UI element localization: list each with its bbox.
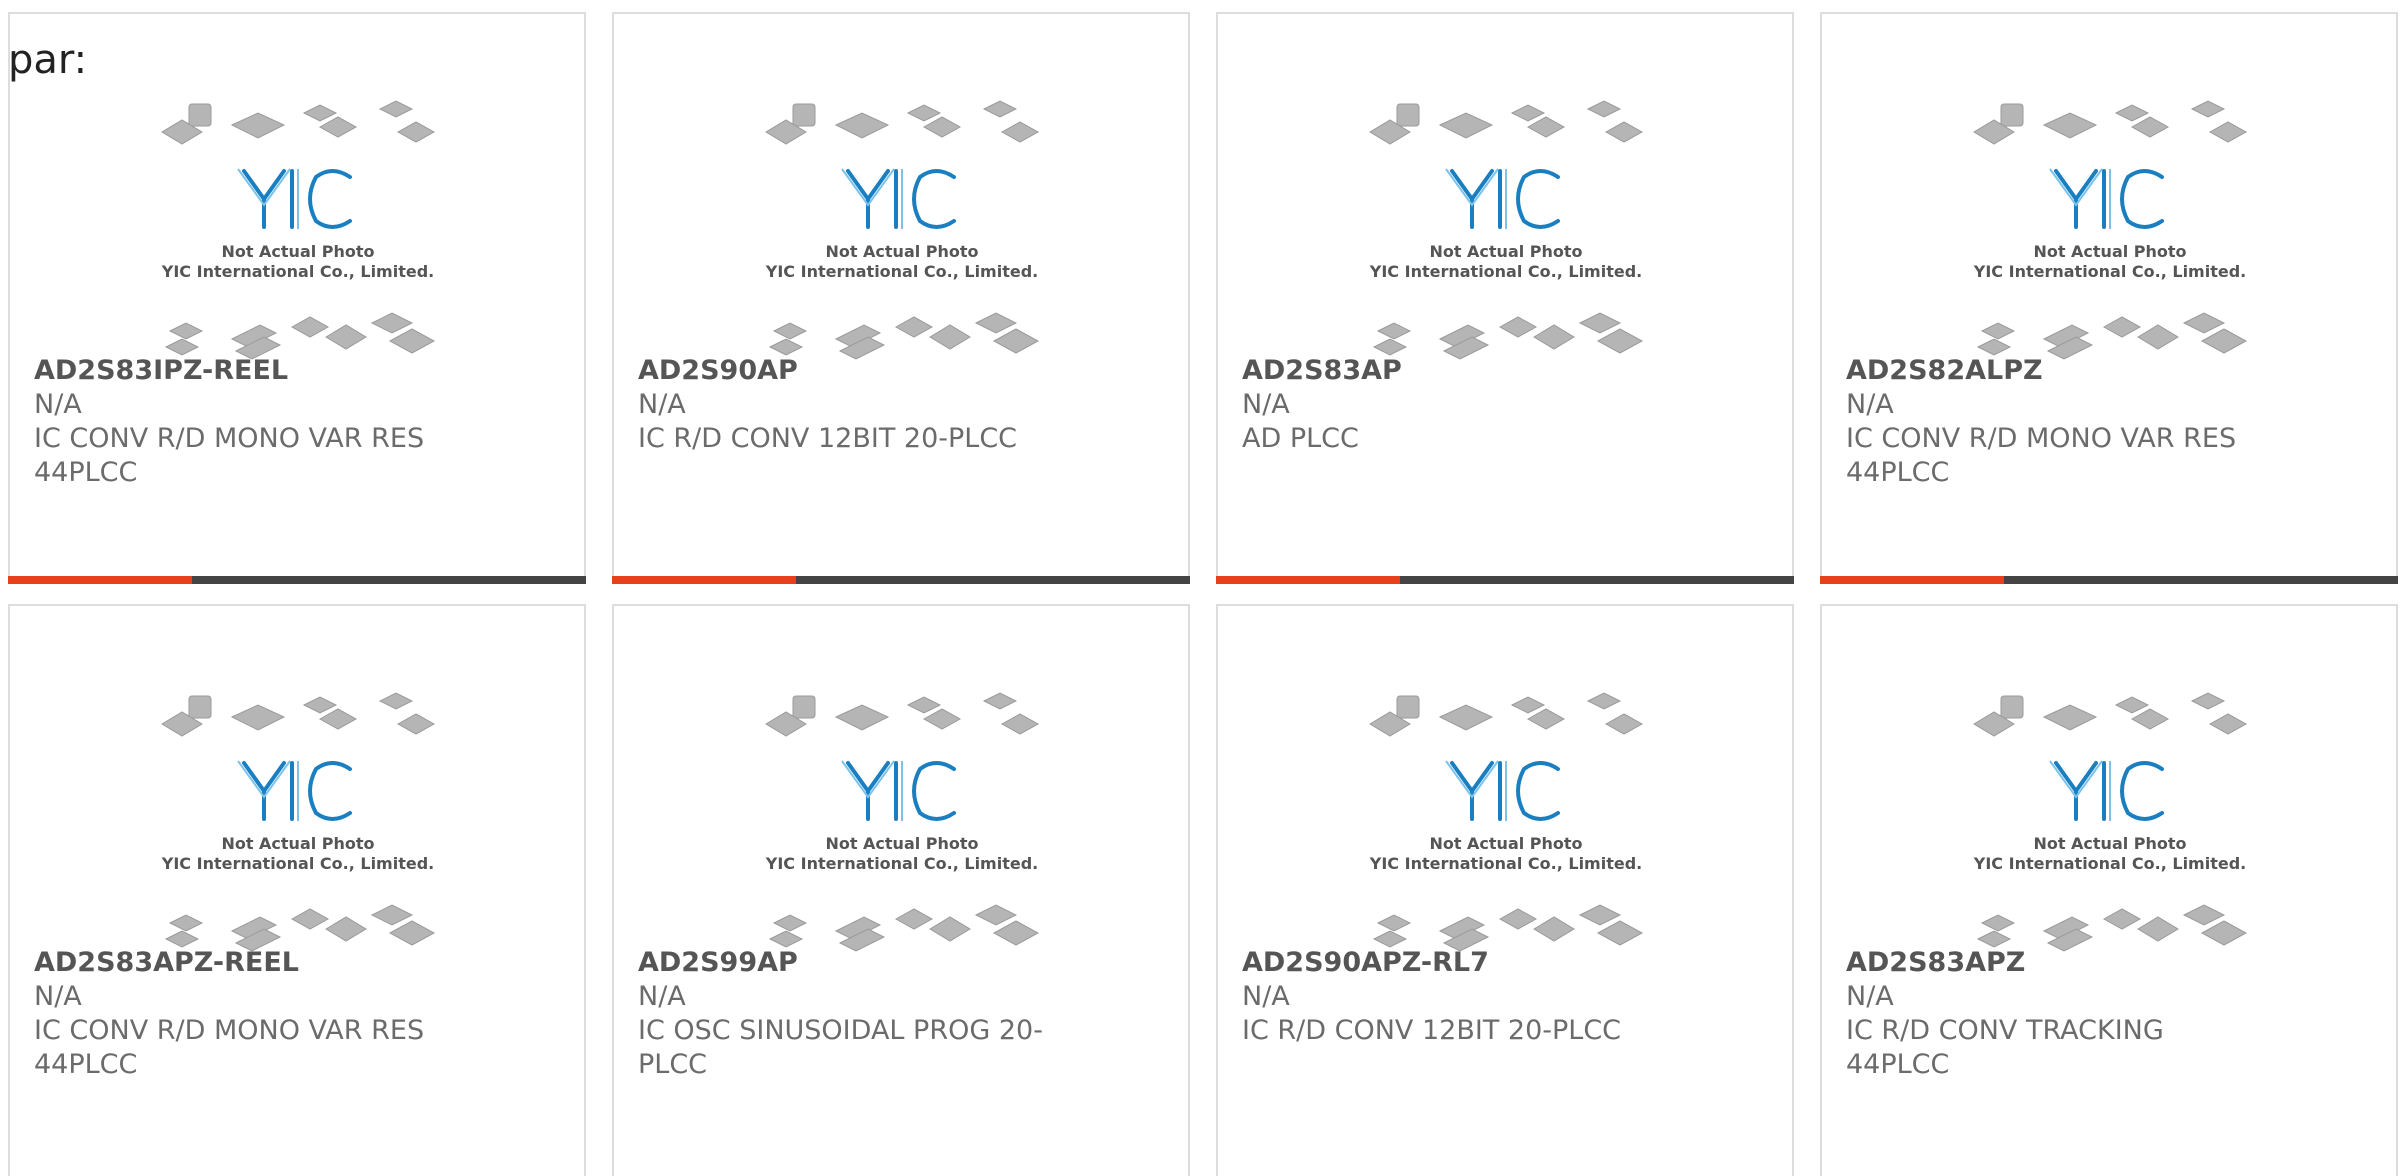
product-placeholder-image: Not Actual Photo YIC International Co., … (765, 692, 1040, 952)
part-number[interactable]: AD2S90APZ-RL7 (1242, 946, 1662, 980)
product-description: IC CONV R/D MONO VAR RES 44PLCC (34, 1015, 425, 1080)
product-card-7[interactable]: Not Actual Photo YIC International Co., … (1216, 604, 1794, 1176)
card-bottom-bar (612, 576, 1190, 584)
card-accent-bar (8, 576, 192, 584)
stock-status: N/A (1242, 389, 1290, 420)
placeholder-line2: YIC International Co., Limited. (1369, 854, 1642, 873)
stock-status: N/A (1846, 389, 1894, 420)
product-info: AD2S83IPZ-REEL N/A IC CONV R/D MONO VAR … (34, 354, 454, 490)
placeholder-line2: YIC International Co., Limited. (161, 854, 434, 873)
product-description: IC R/D CONV TRACKING 44PLCC (1846, 1015, 2164, 1080)
product-card-3[interactable]: Not Actual Photo YIC International Co., … (1216, 12, 1794, 584)
product-description: IC CONV R/D MONO VAR RES 44PLCC (34, 423, 425, 488)
placeholder-line2: YIC International Co., Limited. (1973, 854, 2246, 873)
product-card-5[interactable]: Not Actual Photo YIC International Co., … (8, 604, 586, 1176)
stock-status: N/A (34, 389, 82, 420)
product-card-1[interactable]: Not Actual Photo YIC International Co., … (8, 12, 586, 584)
placeholder-line2: YIC International Co., Limited. (1369, 262, 1642, 281)
product-card-6[interactable]: Not Actual Photo YIC International Co., … (612, 604, 1190, 1176)
placeholder-line2: YIC International Co., Limited. (161, 262, 434, 281)
product-placeholder-image: Not Actual Photo YIC International Co., … (765, 100, 1040, 360)
product-placeholder-image: Not Actual Photo YIC International Co., … (161, 692, 436, 952)
part-number[interactable]: AD2S90AP (638, 354, 1058, 388)
prefix-label: par: (8, 37, 88, 83)
part-number[interactable]: AD2S83APZ (1846, 946, 2266, 980)
product-description: IC R/D CONV 12BIT 20-PLCC (1242, 1015, 1622, 1046)
part-number[interactable]: AD2S99AP (638, 946, 1058, 980)
placeholder-line1: Not Actual Photo (1429, 242, 1582, 261)
placeholder-line1: Not Actual Photo (2033, 834, 2186, 853)
card-accent-bar (1820, 576, 2004, 584)
placeholder-line2: YIC International Co., Limited. (765, 262, 1038, 281)
placeholder-line1: Not Actual Photo (221, 242, 374, 261)
placeholder-line1: Not Actual Photo (1429, 834, 1582, 853)
product-placeholder-image: Not Actual Photo YIC International Co., … (1973, 692, 2248, 952)
part-number[interactable]: AD2S83APZ-REEL (34, 946, 454, 980)
placeholder-line1: Not Actual Photo (2033, 242, 2186, 261)
product-card-4[interactable]: Not Actual Photo YIC International Co., … (1820, 12, 2398, 584)
product-info: AD2S83AP N/A AD PLCC (1242, 354, 1662, 456)
placeholder-line1: Not Actual Photo (221, 834, 374, 853)
product-card-2[interactable]: Not Actual Photo YIC International Co., … (612, 12, 1190, 584)
card-accent-bar (1216, 576, 1400, 584)
stock-status: N/A (1242, 981, 1290, 1012)
card-bottom-bar (1820, 576, 2398, 584)
stock-status: N/A (34, 981, 82, 1012)
product-grid: Not Actual Photo YIC International Co., … (8, 12, 2400, 1176)
part-number[interactable]: AD2S82ALPZ (1846, 354, 2266, 388)
product-description: IC R/D CONV 12BIT 20-PLCC (638, 423, 1018, 454)
product-info: AD2S83APZ-REEL N/A IC CONV R/D MONO VAR … (34, 946, 454, 1082)
placeholder-line1: Not Actual Photo (825, 834, 978, 853)
card-bottom-bar (8, 576, 586, 584)
product-placeholder-image: Not Actual Photo YIC International Co., … (1973, 100, 2248, 360)
product-card-8[interactable]: Not Actual Photo YIC International Co., … (1820, 604, 2398, 1176)
product-info: AD2S82ALPZ N/A IC CONV R/D MONO VAR RES … (1846, 354, 2266, 490)
product-info: AD2S90AP N/A IC R/D CONV 12BIT 20-PLCC (638, 354, 1058, 456)
product-description: AD PLCC (1242, 423, 1359, 454)
product-info: AD2S99AP N/A IC OSC SINUSOIDAL PROG 20-P… (638, 946, 1058, 1082)
product-placeholder-image: Not Actual Photo YIC International Co., … (1369, 100, 1644, 360)
part-number[interactable]: AD2S83IPZ-REEL (34, 354, 454, 388)
stock-status: N/A (638, 389, 686, 420)
product-placeholder-image: Not Actual Photo YIC International Co., … (1369, 692, 1644, 952)
stock-status: N/A (1846, 981, 1894, 1012)
product-placeholder-image: Not Actual Photo YIC International Co., … (161, 100, 436, 360)
product-description: IC CONV R/D MONO VAR RES 44PLCC (1846, 423, 2237, 488)
product-description: IC OSC SINUSOIDAL PROG 20-PLCC (638, 1015, 1043, 1080)
stock-status: N/A (638, 981, 686, 1012)
card-bottom-bar (1216, 576, 1794, 584)
placeholder-line1: Not Actual Photo (825, 242, 978, 261)
card-accent-bar (612, 576, 796, 584)
placeholder-line2: YIC International Co., Limited. (1973, 262, 2246, 281)
part-number[interactable]: AD2S83AP (1242, 354, 1662, 388)
product-info: AD2S83APZ N/A IC R/D CONV TRACKING 44PLC… (1846, 946, 2266, 1082)
placeholder-line2: YIC International Co., Limited. (765, 854, 1038, 873)
product-info: AD2S90APZ-RL7 N/A IC R/D CONV 12BIT 20-P… (1242, 946, 1662, 1048)
